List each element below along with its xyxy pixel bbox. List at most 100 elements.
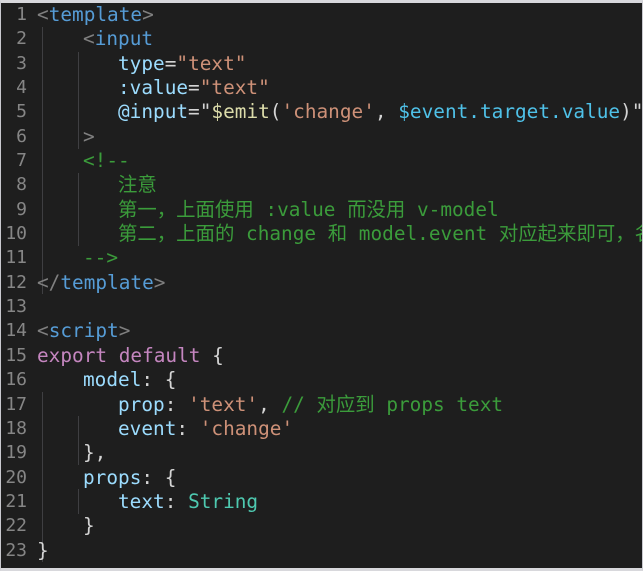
code-line[interactable]: 6 > <box>1 125 642 149</box>
token-punctuation: : { <box>141 368 177 392</box>
token-equals: = <box>188 76 200 100</box>
line-content: export default { <box>37 344 224 368</box>
line-number: 15 <box>5 344 27 366</box>
code-line[interactable]: 11 --> <box>1 246 642 270</box>
line-number: 14 <box>5 320 27 342</box>
token-bracket: > <box>83 124 95 148</box>
line-content: :value="text" <box>118 76 270 100</box>
line-content: <script> <box>37 319 130 343</box>
token-equals: = <box>188 100 200 124</box>
token-equals: = <box>164 51 177 75</box>
token-punctuation: : <box>164 392 189 416</box>
code-line[interactable]: 3 type="text" <box>1 52 642 76</box>
code-line[interactable]: 2 <input <box>1 27 642 51</box>
token-punctuation: : { <box>141 465 177 489</box>
token-string: 'change' <box>199 416 294 440</box>
code-editor-pane[interactable]: 1 <template> 2 <input 3 type="text" 4 :v… <box>0 0 643 571</box>
line-content: }, <box>83 441 107 465</box>
code-line[interactable]: 21 text: String <box>1 490 642 514</box>
token-property: text <box>118 489 165 513</box>
code-line[interactable]: 1 <template> <box>1 3 642 27</box>
line-content: text: String <box>118 490 258 514</box>
token-property: props <box>83 465 142 489</box>
line-number: 17 <box>5 393 27 415</box>
token-variable: $event.target.value <box>398 100 621 124</box>
line-content: 第二，上面的 change 和 model.event 对应起来即可，名字自己改 <box>118 222 642 246</box>
line-number: 3 <box>16 52 27 74</box>
line-number: 23 <box>5 539 27 561</box>
token-attribute-value: "text" <box>199 76 270 100</box>
code-line[interactable]: 7 <!-- <box>1 149 642 173</box>
token-punctuation: : <box>164 489 189 513</box>
token-tag-name: script <box>48 319 119 343</box>
line-content: prop: 'text', // 对应到 props text <box>118 393 503 417</box>
line-content: --> <box>83 246 119 270</box>
line-number: 10 <box>5 223 27 245</box>
code-line[interactable]: 18 event: 'change' <box>1 417 642 441</box>
token-punctuation: : <box>176 416 200 440</box>
code-line[interactable]: 4 :value="text" <box>1 76 642 100</box>
token-type: String <box>188 489 259 513</box>
token-bracket: < <box>83 27 95 51</box>
code-line[interactable]: 22 } <box>1 514 642 538</box>
code-line[interactable]: 14 <script> <box>1 319 642 343</box>
code-line[interactable]: 15 export default { <box>1 344 642 368</box>
token-paren-open: ( <box>269 100 282 124</box>
line-number: 2 <box>16 28 27 50</box>
line-content: } <box>83 514 95 538</box>
token-bracket: </ <box>37 270 61 294</box>
token-attribute-name: @input <box>118 100 189 124</box>
code-line[interactable]: 23 } <box>1 539 642 563</box>
token-tag-name: template <box>60 270 154 294</box>
line-content: model: { <box>83 368 176 392</box>
line-content: 注意 <box>118 173 157 197</box>
code-line[interactable]: 12 </template> <box>1 270 642 295</box>
line-content: <template> <box>37 3 154 27</box>
token-bracket: > <box>118 319 131 343</box>
line-number: 12 <box>5 271 27 293</box>
code-lines-container[interactable]: 1 <template> 2 <input 3 type="text" 4 :v… <box>1 3 643 568</box>
code-line[interactable]: 8 注意 <box>1 173 642 197</box>
code-line[interactable]: 20 props: { <box>1 466 642 490</box>
token-brace: { <box>200 343 224 367</box>
token-keyword: export default <box>37 343 201 367</box>
token-property: prop <box>118 392 165 416</box>
line-number: 18 <box>5 417 27 439</box>
line-number: 13 <box>5 296 27 318</box>
token-function-name: $emit <box>211 100 270 124</box>
line-number: 22 <box>5 515 27 537</box>
token-quote: " <box>631 100 643 124</box>
line-content: @input="$emit('change', $event.target.va… <box>118 100 643 124</box>
line-number: 9 <box>16 198 27 220</box>
token-attribute-name: :value <box>118 76 189 100</box>
token-paren-close: ) <box>620 100 632 124</box>
line-content: 第一，上面使用 :value 而没用 v-model <box>118 197 499 221</box>
line-number: 4 <box>16 77 27 99</box>
line-content: <!-- <box>83 149 130 173</box>
line-content: > <box>83 125 95 149</box>
token-bracket: < <box>37 3 49 26</box>
token-quote: " <box>199 100 212 124</box>
token-attribute-value: "text" <box>176 51 247 75</box>
token-tag-name: template <box>48 3 143 26</box>
code-line[interactable]: 13 <box>1 295 642 319</box>
code-line[interactable]: 19 }, <box>1 441 642 465</box>
code-line[interactable]: 10 第二，上面的 change 和 model.event 对应起来即可，名字… <box>1 222 642 246</box>
token-comment: // 对应到 props text <box>281 392 504 416</box>
token-bracket: > <box>142 3 154 26</box>
line-content: <input <box>83 27 153 51</box>
line-content: type="text" <box>118 52 246 76</box>
token-bracket: < <box>37 319 49 343</box>
line-number: 20 <box>5 466 27 488</box>
token-bracket: > <box>153 270 166 294</box>
line-content: event: 'change' <box>118 417 293 441</box>
token-property: model <box>83 368 142 392</box>
line-content: props: { <box>83 466 176 490</box>
code-line[interactable]: 16 model: { <box>1 368 642 392</box>
line-number: 11 <box>5 247 27 269</box>
line-number: 6 <box>16 125 27 147</box>
code-line[interactable]: 9 第一，上面使用 :value 而没用 v-model <box>1 197 642 222</box>
code-line[interactable]: 17 prop: 'text', // 对应到 props text <box>1 393 642 417</box>
code-line[interactable]: 5 @input="$emit('change', $event.target.… <box>1 100 643 124</box>
line-number: 21 <box>5 490 27 512</box>
